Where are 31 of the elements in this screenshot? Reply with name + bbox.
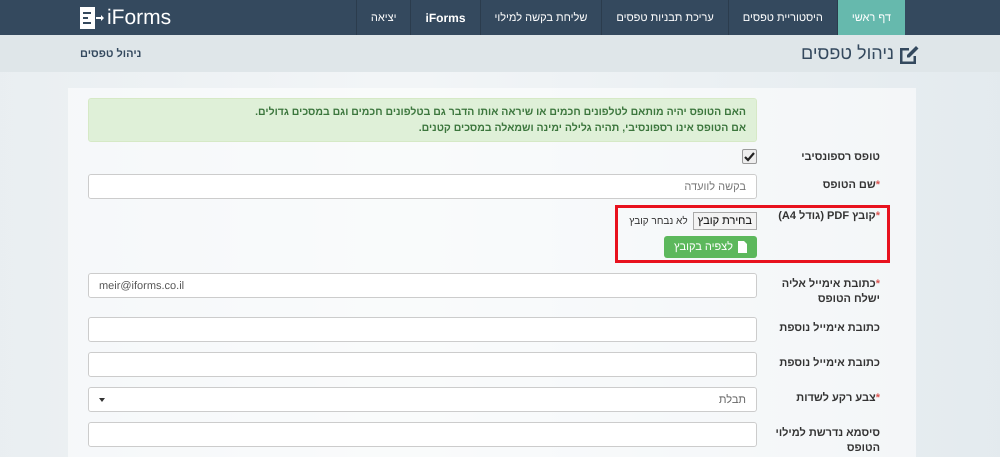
field-label: * צבע רקע לשדות: [795, 391, 880, 406]
text-field[interactable]: [88, 422, 757, 447]
title-text: ניהול טפסים: [801, 43, 894, 64]
field-label: טופס רספונסיבי: [800, 150, 880, 165]
checkbox[interactable]: [742, 149, 757, 164]
required-mark: *: [876, 278, 880, 290]
text-field[interactable]: בקשה לוועדה: [88, 174, 757, 199]
select-field[interactable]: תבלת: [88, 387, 757, 412]
file-status: לא נבחר קובץ: [629, 216, 688, 226]
required-mark: *: [876, 392, 880, 404]
text-field[interactable]: [88, 352, 757, 377]
field-label: כתובת אימייל נוספת: [778, 356, 880, 371]
select-value: תבלת: [718, 394, 746, 406]
alert-text: האם הטופס יהיה מותאם לטלפונים חכמים או שיראה אותו הדבר גם בטלפונים חכמים וגם במסכים גדולים.: [254, 105, 746, 120]
field-label: * שם הטופס: [822, 178, 880, 193]
field-label: * קובץ PDF (גודל A4): [777, 209, 880, 224]
dropdown-caret-icon: [99, 398, 105, 402]
required-mark: *: [876, 179, 880, 191]
file-icon: [738, 241, 747, 253]
alert-text: אם הטופס אינו רספונסיבי, תהיה גלילה ימינה ושמאלה במסכים קטנים.: [418, 121, 746, 136]
logo-text[interactable]: iForms: [107, 6, 172, 30]
text-field[interactable]: meir@iforms.co.il: [88, 273, 757, 298]
choose-file-button[interactable]: בחירת קובץ: [692, 212, 757, 230]
field-label: סיסמא נדרשת למילוי הטופס: [774, 426, 880, 456]
text-field[interactable]: [88, 317, 757, 342]
field-label: * כתובת אימייל אליה ישלח הטופס: [780, 277, 880, 307]
edit-icon: [898, 44, 920, 64]
field-label: כתובת אימייל נוספת: [778, 321, 880, 336]
required-mark: *: [876, 210, 880, 222]
breadcrumb: ניהול טפסים: [80, 48, 142, 60]
form-arrow-icon: [80, 6, 104, 28]
